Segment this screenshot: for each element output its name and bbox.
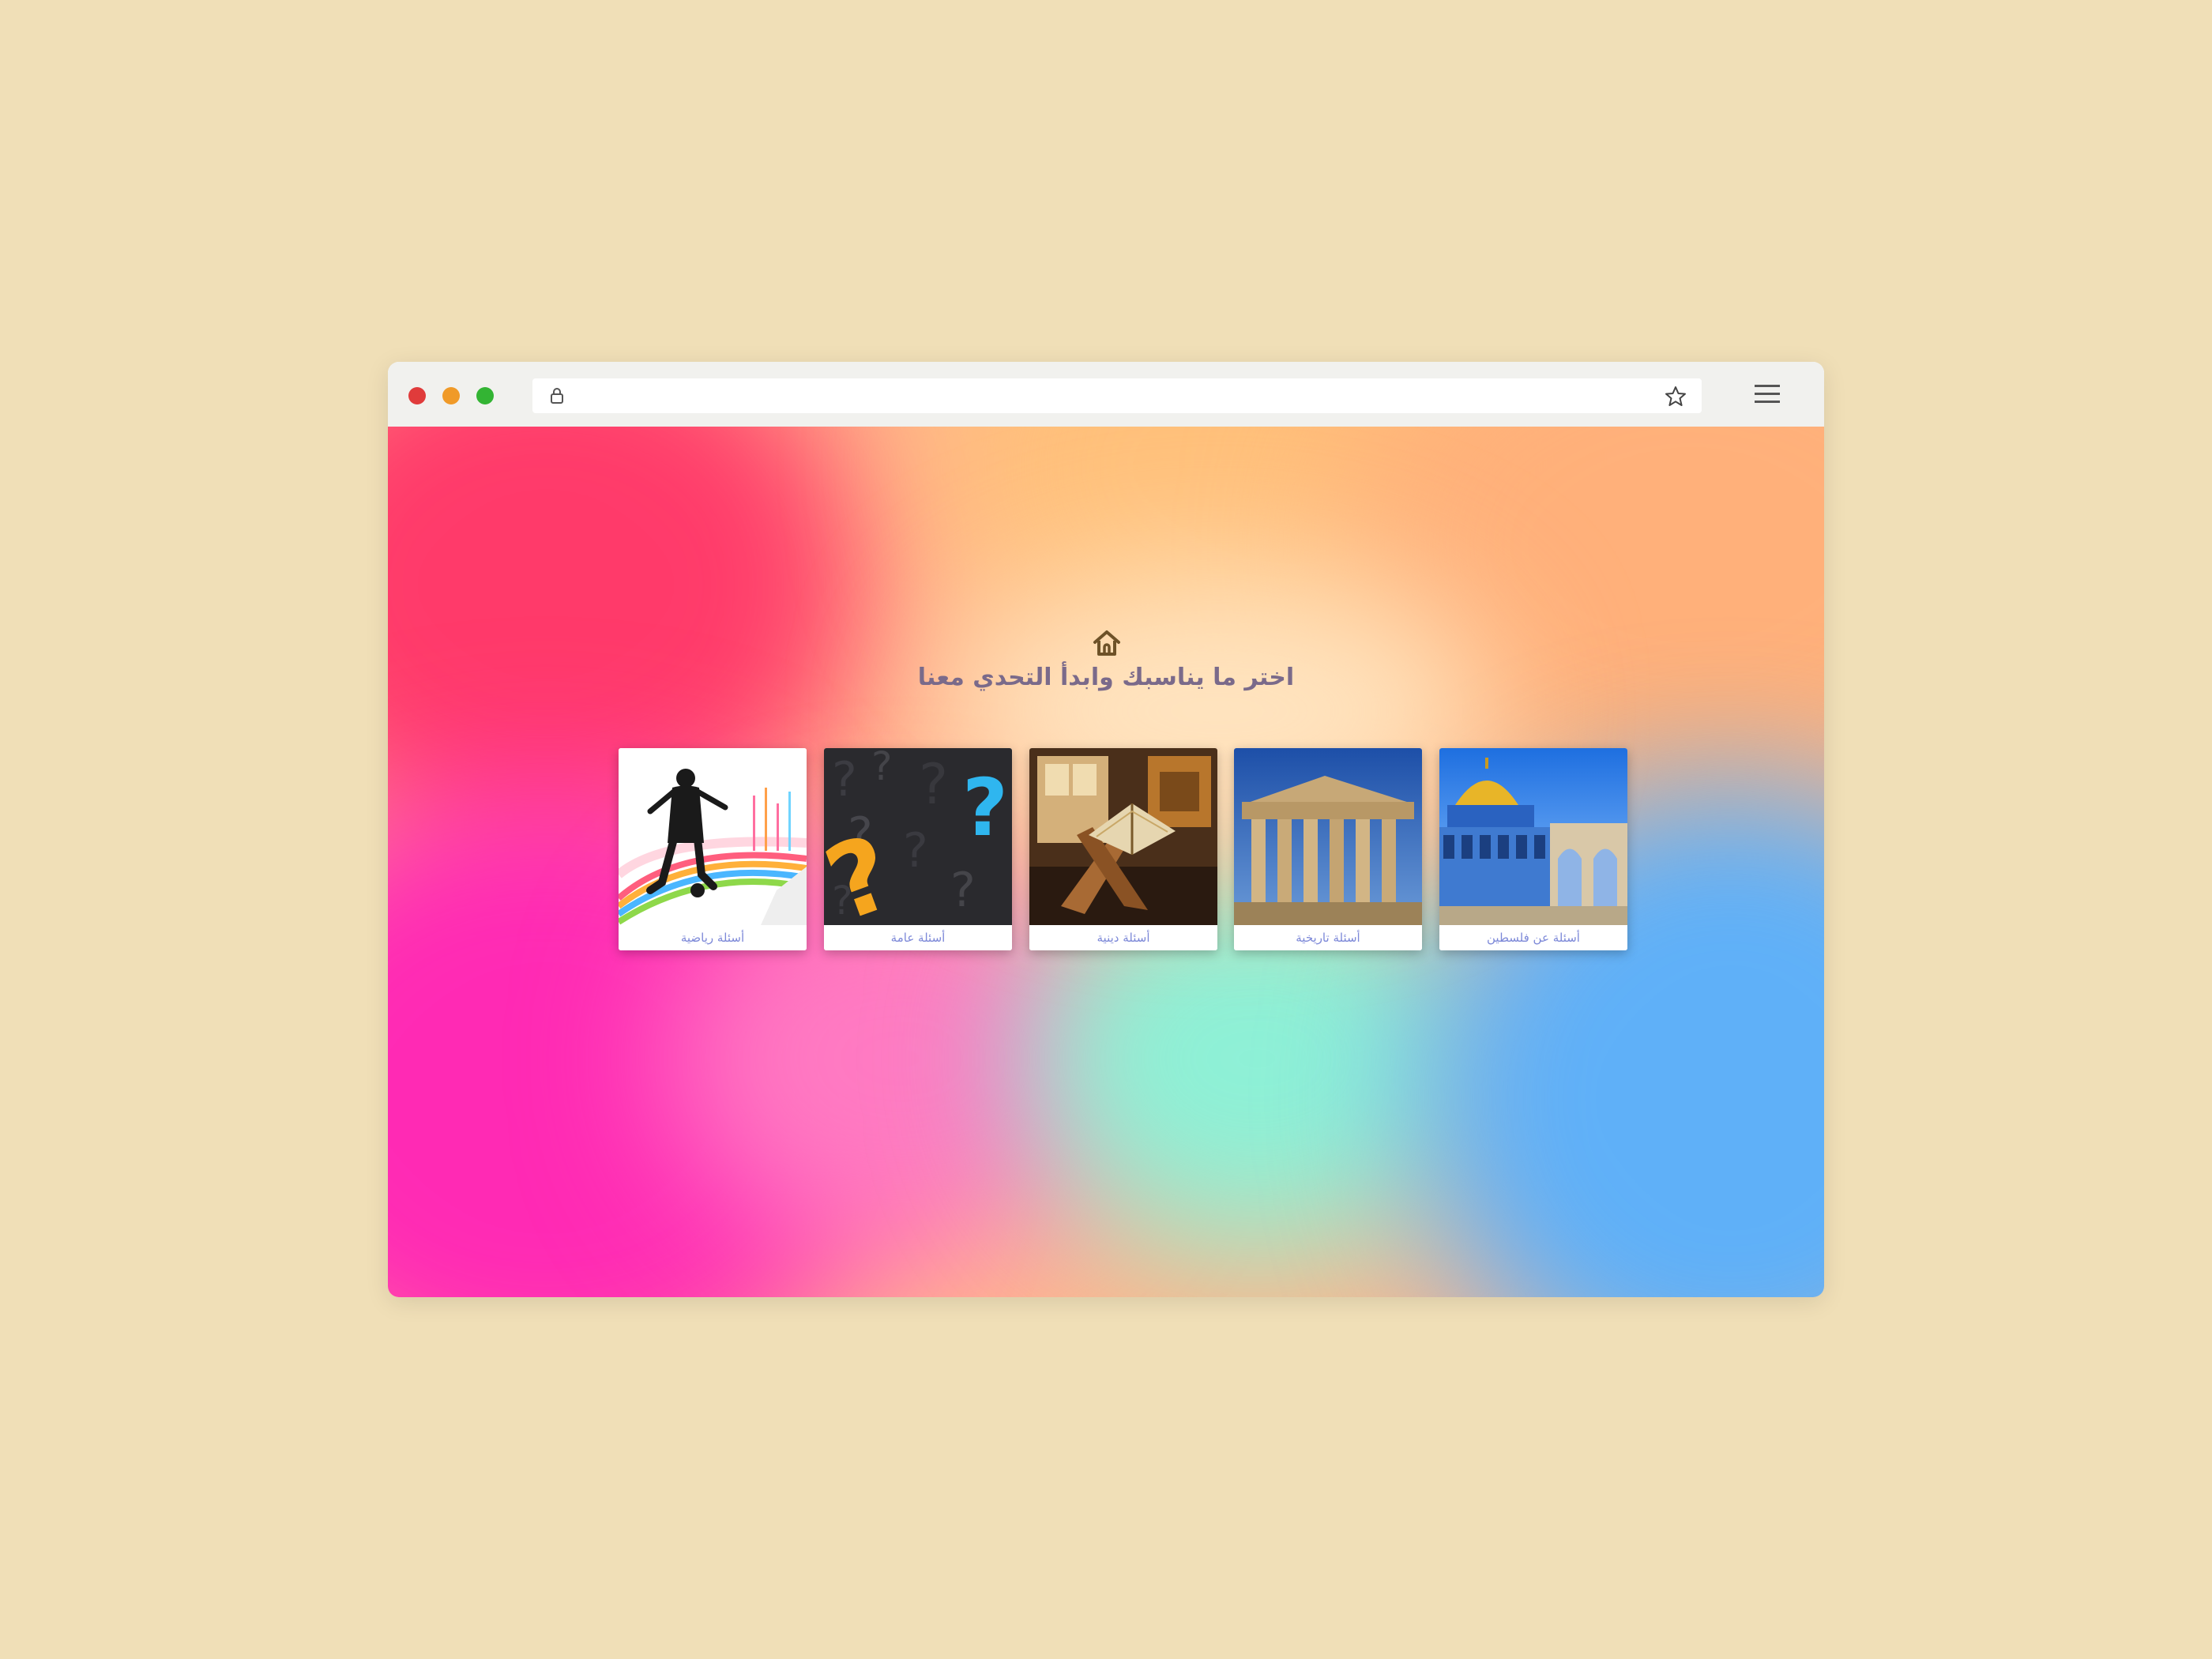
category-card-general[interactable]: ? ? ? ? ? ? ? ? ? أسئلة عامة <box>824 748 1012 950</box>
dome-of-the-rock-image <box>1439 748 1627 925</box>
page-heading: اختر ما يناسبك وابدأ التحدي معنا <box>917 664 1295 691</box>
svg-text:?: ? <box>962 762 1008 854</box>
lock-icon <box>551 388 563 404</box>
svg-text:?: ? <box>871 748 893 789</box>
category-card-label: أسئلة عن فلسطين <box>1439 925 1627 950</box>
question-marks-image: ? ? ? ? ? ? ? ? ? <box>824 748 1012 925</box>
category-card-label: أسئلة رياضية <box>619 925 807 950</box>
category-card-sports[interactable]: أسئلة رياضية <box>619 748 807 950</box>
category-card-historical[interactable]: أسئلة تاريخية <box>1234 748 1422 950</box>
quran-stand-image <box>1029 748 1217 925</box>
maximize-window-button[interactable] <box>476 387 494 404</box>
svg-text:?: ? <box>832 752 857 807</box>
svg-text:?: ? <box>919 752 948 817</box>
category-card-palestine[interactable]: أسئلة عن فلسطين <box>1439 748 1627 950</box>
page-content: اختر ما يناسبك وابدأ التحدي معنا أسئلة ر… <box>388 427 1824 1297</box>
svg-text:?: ? <box>903 823 928 878</box>
category-card-religious[interactable]: أسئلة دينية <box>1029 748 1217 950</box>
browser-window: اختر ما يناسبك وابدأ التحدي معنا أسئلة ر… <box>388 362 1824 1297</box>
minimize-window-button[interactable] <box>442 387 460 404</box>
page-viewport: اختر ما يناسبك وابدأ التحدي معنا أسئلة ر… <box>388 427 1824 1297</box>
home-icon[interactable] <box>1091 627 1123 659</box>
browser-toolbar <box>388 362 1824 427</box>
category-card-label: أسئلة تاريخية <box>1234 925 1422 950</box>
category-card-label: أسئلة عامة <box>824 925 1012 950</box>
hamburger-menu-icon[interactable] <box>1753 382 1781 406</box>
svg-text:?: ? <box>950 863 976 918</box>
parthenon-ruins-image <box>1234 748 1422 925</box>
category-cards: أسئلة رياضية ? ? ? ? ? ? ? ? ? أسئلة عام… <box>619 748 1628 954</box>
football-player-silhouette-image <box>619 748 807 925</box>
close-window-button[interactable] <box>408 387 426 404</box>
address-bar[interactable] <box>532 378 1702 413</box>
category-card-label: أسئلة دينية <box>1029 925 1217 950</box>
star-icon[interactable] <box>1664 385 1687 408</box>
